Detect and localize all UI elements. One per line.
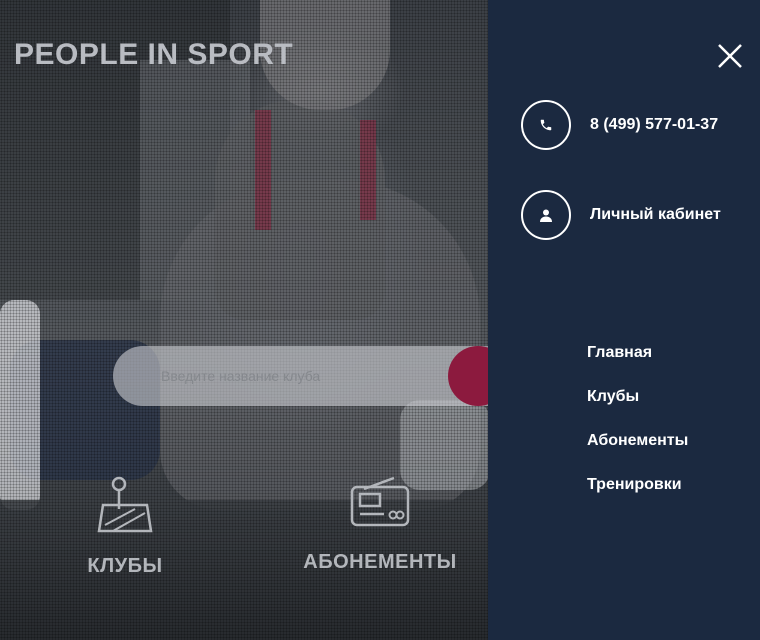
search-input[interactable]: [161, 346, 441, 406]
athlete-strap: [255, 110, 271, 230]
phone-icon-circle: [521, 100, 571, 150]
cabinet-link[interactable]: Личный кабинет: [521, 190, 721, 240]
user-icon-circle: [521, 190, 571, 240]
map-pin-icon: [97, 476, 153, 533]
water-bottle: [0, 300, 40, 510]
club-search: [113, 346, 523, 406]
clubs-label: КЛУБЫ: [87, 555, 163, 577]
nav-link-trainings[interactable]: Тренировки: [587, 476, 682, 493]
main-nav: Главная Клубы Абонементы Тренировки: [587, 342, 688, 518]
close-icon[interactable]: [716, 42, 744, 70]
phone-link[interactable]: 8 (499) 577-01-37: [521, 100, 718, 150]
membership-card-icon: [350, 476, 410, 527]
user-icon: [540, 209, 552, 222]
brand-logo-text[interactable]: PEOPLE IN SPORT: [14, 38, 293, 72]
nav-item-clubs: Клубы: [587, 386, 688, 430]
subscriptions-category[interactable]: АБОНЕМЕНТЫ: [290, 475, 470, 574]
background-window: [140, 60, 250, 300]
athlete-strap: [360, 120, 376, 220]
nav-link-clubs[interactable]: Клубы: [587, 388, 639, 405]
nav-item-home: Главная: [587, 342, 688, 386]
subscriptions-label: АБОНЕМЕНТЫ: [303, 551, 457, 573]
athlete-torso: [215, 100, 385, 320]
clubs-category[interactable]: КЛУБЫ: [60, 475, 190, 578]
nav-item-trainings: Тренировки: [587, 474, 688, 518]
nav-item-subscriptions: Абонементы: [587, 430, 688, 474]
nav-link-home[interactable]: Главная: [587, 344, 652, 361]
side-menu-panel: 8 (499) 577-01-37 Личный кабинет Главная…: [488, 0, 760, 640]
athlete-legs: [160, 180, 480, 510]
phone-icon: [540, 119, 552, 131]
cabinet-label: Личный кабинет: [590, 206, 721, 223]
nav-link-subscriptions[interactable]: Абонементы: [587, 432, 688, 449]
phone-number: 8 (499) 577-01-37: [590, 116, 719, 133]
